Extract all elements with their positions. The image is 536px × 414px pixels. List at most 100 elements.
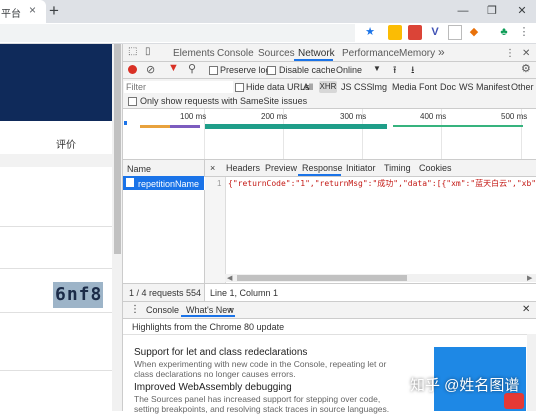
drawer-tab-whats-new[interactable]: What's New	[186, 305, 234, 315]
tab-close-icon[interactable]: ×	[29, 3, 36, 17]
window-close-button[interactable]: ✕	[514, 3, 530, 19]
chevron-down-icon[interactable]: ▼	[373, 64, 381, 73]
document-icon	[126, 178, 134, 187]
timeline-bar	[124, 121, 127, 125]
close-details-icon[interactable]: ×	[210, 163, 215, 173]
samesite-checkbox[interactable]	[128, 97, 137, 106]
timeline-tick-label: 100 ms	[180, 112, 207, 121]
tab-console[interactable]: Console	[217, 48, 254, 59]
feature-title[interactable]: Improved WebAssembly debugging	[134, 382, 292, 393]
extension-icon[interactable]	[448, 25, 462, 40]
new-tab-button[interactable]: +	[49, 1, 59, 21]
devtools-close-icon[interactable]: ✕	[522, 48, 530, 59]
watermark: 知乎 @姓名图谱	[410, 377, 520, 394]
tab-network[interactable]: Network	[298, 48, 335, 59]
timeline-bar	[205, 124, 387, 129]
feature-description: The Sources panel has increased support …	[134, 394, 390, 414]
extension-icon[interactable]: ◆	[467, 25, 481, 40]
tab-timing[interactable]: Timing	[384, 163, 411, 173]
row-divider	[0, 370, 112, 371]
record-icon[interactable]	[128, 65, 137, 74]
tab-headers[interactable]: Headers	[226, 163, 260, 173]
captcha-image[interactable]: 6nf8	[53, 282, 103, 308]
tab-memory[interactable]: Memory	[399, 48, 435, 59]
scroll-right-icon[interactable]: ▶	[527, 274, 532, 282]
tab-sources[interactable]: Sources	[258, 48, 295, 59]
type-filter-xhr[interactable]: XHR	[319, 81, 337, 93]
type-filter-img[interactable]: Img	[372, 82, 387, 92]
type-filter-all[interactable]: All	[303, 82, 313, 92]
drawer-menu-icon[interactable]: ⋮	[130, 304, 140, 315]
address-bar[interactable]	[0, 24, 355, 42]
type-filter-other[interactable]: Other	[511, 82, 534, 92]
name-column-header[interactable]: Name	[127, 164, 151, 174]
request-name: repetitionName	[138, 179, 200, 189]
row-divider	[0, 226, 112, 227]
extension-icon[interactable]	[388, 25, 402, 40]
hide-data-urls-checkbox[interactable]	[235, 83, 244, 92]
extension-icon[interactable]	[408, 25, 422, 40]
response-body[interactable]: {"returnCode":"1","returnMsg":"成功","data…	[228, 178, 536, 190]
disable-cache-checkbox[interactable]	[267, 66, 276, 75]
request-list	[123, 190, 205, 283]
type-filter-ws[interactable]: WS	[459, 82, 474, 92]
type-filter-js[interactable]: JS	[341, 82, 352, 92]
tab-cookies[interactable]: Cookies	[419, 163, 452, 173]
star-icon[interactable]: ★	[363, 25, 377, 40]
scroll-left-icon[interactable]: ◀	[227, 274, 232, 282]
gear-icon[interactable]: ⚙	[521, 62, 531, 75]
timeline-tick-label: 400 ms	[420, 112, 447, 121]
feature-description: When experimenting with new code in the …	[134, 359, 387, 379]
transferred-size: 554 B	[186, 288, 203, 298]
page-header-banner	[0, 44, 112, 121]
tab-elements[interactable]: Elements	[173, 48, 215, 59]
more-tabs-icon[interactable]: »	[438, 45, 445, 59]
tab-response[interactable]: Response	[302, 163, 343, 173]
filter-icon[interactable]: ▼	[168, 62, 179, 74]
feature-title[interactable]: Support for let and class redeclarations	[134, 347, 307, 358]
timeline-bar	[393, 125, 523, 127]
captcha-text: 6nf8	[55, 284, 103, 305]
tab-title: 平台	[1, 9, 21, 20]
minimize-button[interactable]: —	[455, 3, 471, 19]
filter-input[interactable]	[124, 81, 233, 93]
clear-icon[interactable]: ⊘	[146, 63, 155, 76]
restore-button[interactable]: ❐	[484, 3, 500, 19]
drawer-scrollbar[interactable]	[527, 334, 536, 411]
timeline-bar	[170, 125, 200, 128]
drawer-tab-console[interactable]: Console	[146, 305, 179, 315]
import-har-icon[interactable]: ⭱	[393, 63, 397, 80]
timeline-tick-label: 300 ms	[340, 112, 367, 121]
type-filter-css[interactable]: CSS	[354, 82, 373, 92]
type-filter-doc[interactable]: Doc	[440, 82, 456, 92]
tab-preview[interactable]: Preview	[265, 163, 297, 173]
type-filter-font[interactable]: Font	[419, 82, 437, 92]
preserve-log-label: Preserve log	[220, 65, 271, 75]
type-filter-media[interactable]: Media	[392, 82, 417, 92]
close-tab-icon[interactable]: ×	[228, 305, 233, 315]
disable-cache-label: Disable cache	[279, 65, 336, 75]
line-number-gutter	[205, 177, 226, 284]
inspect-icon[interactable]: ⬚	[128, 46, 137, 57]
row-divider	[0, 268, 112, 269]
throttling-select[interactable]: Online	[336, 65, 362, 75]
section-divider	[0, 154, 112, 167]
request-count: 1 / 4 requests	[129, 288, 184, 298]
device-toolbar-icon[interactable]: ▯	[145, 46, 151, 57]
export-har-icon[interactable]: ⭳	[411, 63, 415, 80]
preserve-log-checkbox[interactable]	[209, 66, 218, 75]
devtools-menu-icon[interactable]: ⋮	[505, 48, 515, 59]
horizontal-scrollbar-thumb[interactable]	[237, 275, 407, 281]
tab-initiator[interactable]: Initiator	[346, 163, 376, 173]
page-scrollbar-thumb[interactable]	[114, 44, 121, 254]
search-icon[interactable]: ⚲	[188, 62, 196, 75]
tab-performance[interactable]: Performance	[342, 48, 399, 59]
type-filter-manifest[interactable]: Manifest	[476, 82, 510, 92]
menu-icon[interactable]: ⋮	[517, 25, 531, 40]
row-divider	[0, 312, 112, 313]
extension-icon[interactable]: V	[428, 25, 442, 40]
drawer-close-icon[interactable]: ✕	[522, 304, 530, 315]
timeline-tick-label: 500 ms	[501, 112, 528, 121]
extension-icon[interactable]: ♣	[497, 25, 511, 40]
cursor-position: Line 1, Column 1	[210, 288, 279, 298]
